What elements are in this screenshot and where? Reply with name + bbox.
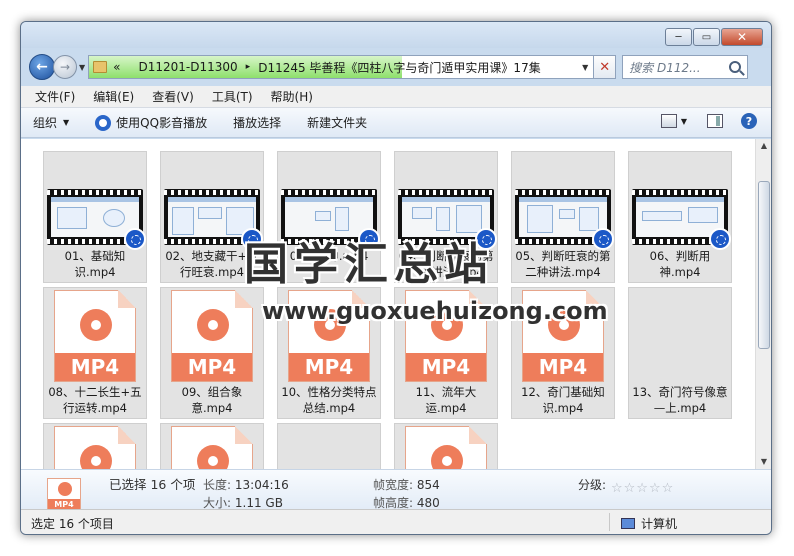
file-item[interactable]: MP4 09、组合象意.mp4 xyxy=(160,287,264,419)
vertical-scrollbar[interactable]: ▲ ▼ xyxy=(755,139,771,469)
status-selection: 选定 16 个项目 xyxy=(31,517,114,531)
scroll-down-arrow[interactable]: ▼ xyxy=(756,455,771,469)
menu-file[interactable]: 文件(F) xyxy=(35,88,75,105)
stop-button[interactable]: ✕ xyxy=(594,55,617,79)
rating-stars[interactable]: ☆☆☆☆☆ xyxy=(611,481,674,496)
address-bar[interactable]: « D11201-D11300 ▸ D11245 毕善程《四柱八字与奇门遁甲实用… xyxy=(88,55,595,79)
file-name: 08、十二长生+五行运转.mp4 xyxy=(48,385,142,415)
back-button[interactable]: ← xyxy=(29,54,55,80)
scroll-up-arrow[interactable]: ▲ xyxy=(756,139,771,153)
title-bar: ─ ▭ ✕ xyxy=(21,22,771,48)
menu-edit[interactable]: 编辑(E) xyxy=(93,88,134,105)
file-name: 09、组合象意.mp4 xyxy=(181,385,243,415)
qq-player-icon xyxy=(95,114,112,131)
computer-icon xyxy=(621,518,635,529)
recent-pages-dropdown[interactable]: ▼ xyxy=(79,63,85,72)
frame-width-field: 帧宽度: 854 xyxy=(373,478,440,492)
command-bar: 组织 ▼ 使用QQ影音播放 播放选择 新建文件夹 ▼ ? xyxy=(21,108,771,138)
breadcrumb-range[interactable]: D11201-D11300 xyxy=(139,60,238,74)
scroll-thumb[interactable] xyxy=(758,181,770,349)
file-name: 11、流年大运.mp4 xyxy=(415,385,477,415)
window-controls: ─ ▭ ✕ xyxy=(664,28,763,46)
file-item[interactable]: 01、基础知识.mp4 xyxy=(43,151,147,283)
file-item[interactable]: 05、判断旺衰的第二种讲法.mp4 xyxy=(511,151,615,283)
status-bar: 选定 16 个项目 计算机 xyxy=(21,509,771,534)
menu-bar: 文件(F) 编辑(E) 查看(V) 工具(T) 帮助(H) xyxy=(21,86,771,108)
file-item-partial[interactable] xyxy=(160,423,264,469)
rating-label: 分级: xyxy=(578,478,607,492)
mp4-file-icon xyxy=(54,426,136,469)
file-name: 13、奇门符号像意—上.mp4 xyxy=(632,385,728,415)
menu-tools[interactable]: 工具(T) xyxy=(212,88,253,105)
play-with-qq-button[interactable]: 使用QQ影音播放 xyxy=(95,114,207,131)
folder-icon xyxy=(93,61,108,73)
mp4-file-icon xyxy=(171,426,253,469)
play-with-qq-label: 使用QQ影音播放 xyxy=(116,116,208,130)
mp4-file-icon: MP4 xyxy=(54,290,136,382)
change-view-icon[interactable] xyxy=(660,114,677,128)
preview-pane-icon[interactable] xyxy=(707,114,723,128)
file-item-partial[interactable] xyxy=(277,423,381,469)
address-chevrons[interactable]: « xyxy=(113,60,120,74)
qq-player-icon xyxy=(592,228,614,250)
breadcrumb-current-folder[interactable]: D11245 毕善程《四柱八字与奇门遁甲实用课》17集 xyxy=(258,59,541,76)
breadcrumb-separator[interactable]: ▸ xyxy=(246,62,251,72)
qq-player-icon xyxy=(124,228,146,250)
minimize-button[interactable]: ─ xyxy=(665,28,692,46)
search-placeholder: 搜索 D112... xyxy=(629,60,701,75)
organize-label: 组织 xyxy=(33,116,58,130)
qq-player-icon xyxy=(709,228,731,250)
chevron-down-icon: ▼ xyxy=(63,118,70,127)
menu-view[interactable]: 查看(V) xyxy=(152,88,194,105)
help-icon[interactable]: ? xyxy=(741,113,757,129)
file-item[interactable]: 13、奇门符号像意—上.mp4 xyxy=(628,287,732,419)
menu-help[interactable]: 帮助(H) xyxy=(271,88,313,105)
file-name: 06、判断用神.mp4 xyxy=(649,249,711,279)
status-location: 计算机 xyxy=(641,517,678,531)
address-dropdown[interactable]: ▼ xyxy=(577,63,593,72)
search-icon[interactable] xyxy=(729,61,742,73)
file-item-partial[interactable] xyxy=(43,423,147,469)
file-name: 12、奇门基础知识.mp4 xyxy=(521,385,605,415)
mp4-file-icon xyxy=(405,426,487,469)
search-input[interactable]: 搜索 D112... xyxy=(622,55,749,79)
file-item[interactable]: 06、判断用神.mp4 xyxy=(628,151,732,283)
view-options-dropdown[interactable]: ▼ xyxy=(681,117,687,126)
watermark-title: 国学汇总站 xyxy=(244,239,494,290)
navigation-row: ← → ▼ « D11201-D11300 ▸ D11245 毕善程《四柱八字与… xyxy=(29,54,763,80)
selection-count: 已选择 16 个项 xyxy=(109,477,196,492)
file-item-partial[interactable] xyxy=(394,423,498,469)
file-name: 10、性格分类特点总结.mp4 xyxy=(281,385,377,415)
watermark-url: www.guoxuehuizong.com xyxy=(262,297,608,325)
forward-button[interactable]: → xyxy=(53,55,77,79)
file-item[interactable]: MP4 08、十二长生+五行运转.mp4 xyxy=(43,287,147,419)
file-name: 05、判断旺衰的第二种讲法.mp4 xyxy=(515,249,611,279)
play-selection-button[interactable]: 播放选择 xyxy=(233,114,281,131)
new-folder-button[interactable]: 新建文件夹 xyxy=(307,114,367,131)
length-field: 长度: 13:04:16 xyxy=(203,478,289,492)
maximize-button[interactable]: ▭ xyxy=(693,28,720,46)
mp4-file-icon: MP4 xyxy=(171,290,253,382)
details-pane: MP4 已选择 16 个项 长度: 13:04:16 大小: 1.11 GB 帧… xyxy=(21,469,771,514)
organize-button[interactable]: 组织 ▼ xyxy=(33,114,69,131)
file-name: 01、基础知识.mp4 xyxy=(64,249,126,279)
close-button[interactable]: ✕ xyxy=(721,28,763,46)
